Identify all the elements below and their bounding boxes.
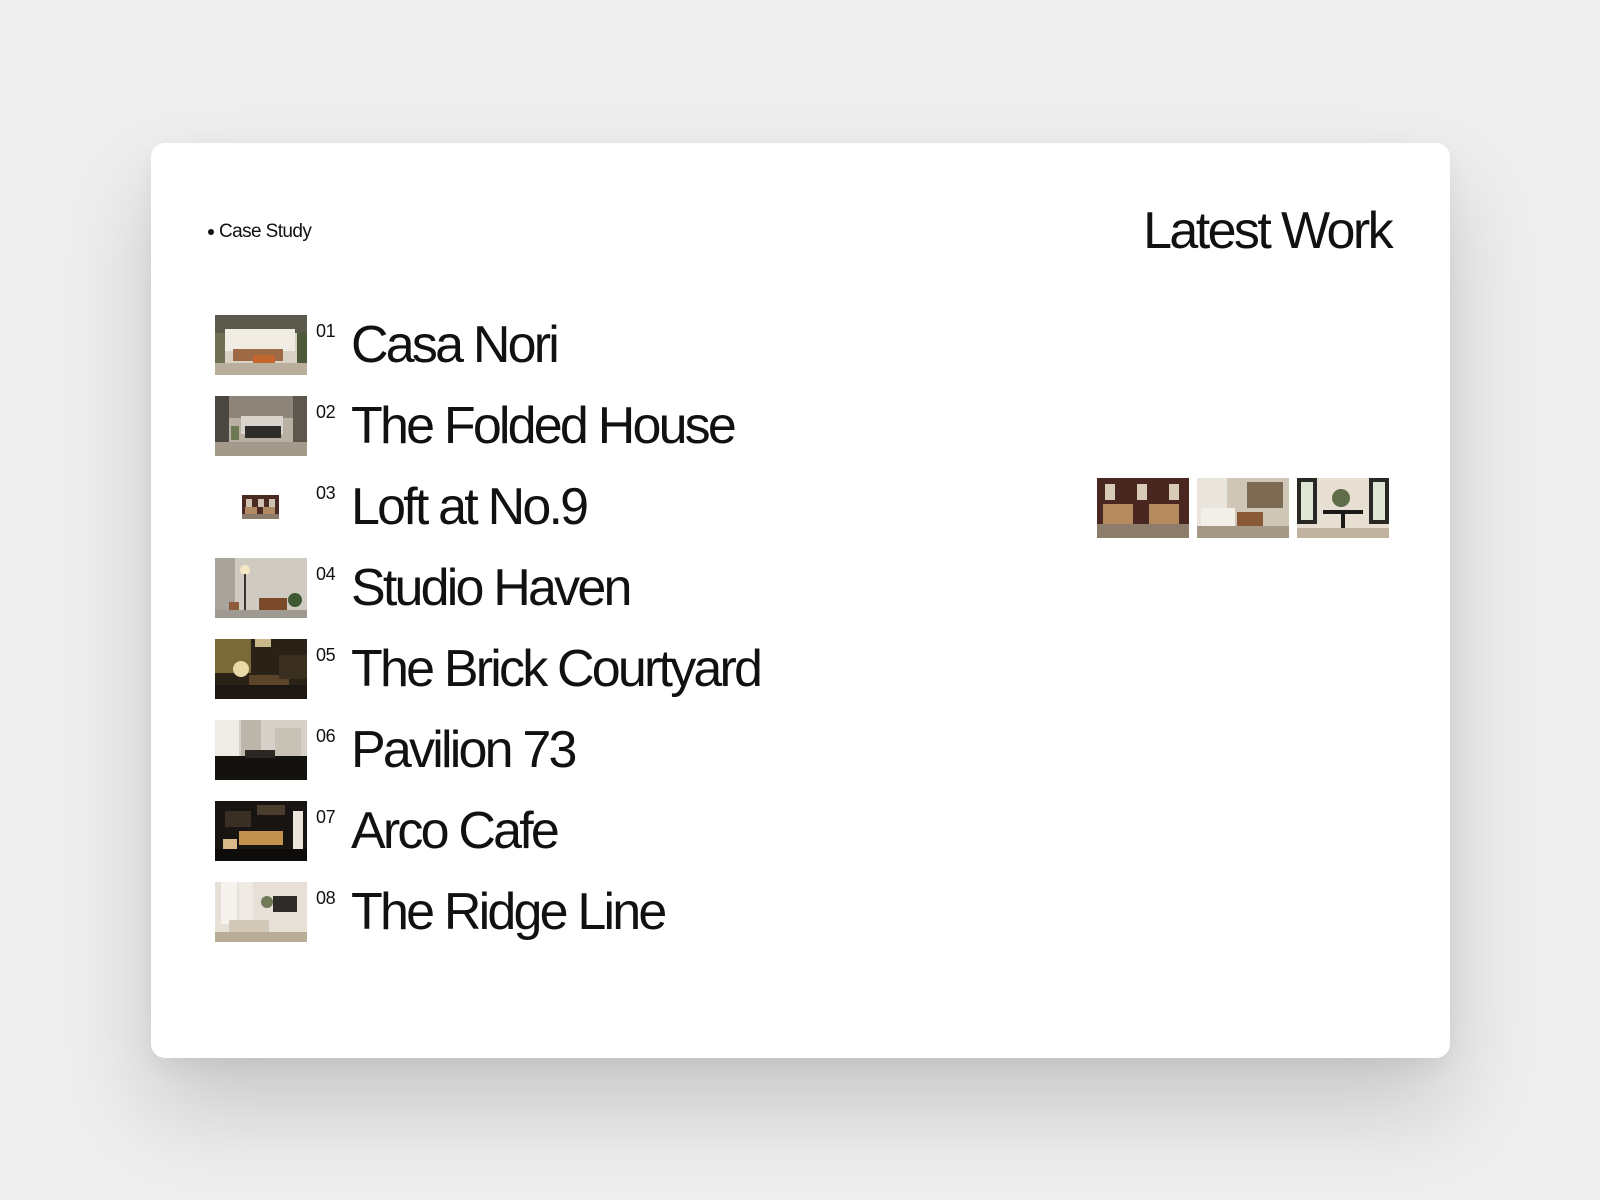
- project-name[interactable]: Loft at No.9: [351, 478, 589, 536]
- project-thumbnail[interactable]: [215, 558, 307, 618]
- project-thumbnail[interactable]: [215, 882, 307, 942]
- loft-sofa-image: [1197, 478, 1289, 538]
- kitchen-image: [215, 720, 307, 780]
- project-name[interactable]: The Ridge Line: [351, 883, 667, 941]
- case-study-card: Case Study Latest Work 01 Casa Nori 02 T…: [151, 143, 1450, 1058]
- project-number: 07: [316, 807, 336, 827]
- project-number: 08: [316, 888, 336, 908]
- project-name[interactable]: The Brick Courtyard: [351, 640, 763, 698]
- project-number: 01: [316, 321, 336, 341]
- living-room-image: [215, 315, 307, 375]
- project-number: 06: [316, 726, 336, 746]
- preview-image-2: [1197, 478, 1289, 538]
- page-title: Latest Work: [1143, 202, 1393, 260]
- project-name[interactable]: Pavilion 73: [351, 721, 577, 779]
- section-label: Case Study: [208, 221, 312, 243]
- project-thumbnail-slot[interactable]: [215, 477, 307, 537]
- project-name[interactable]: Studio Haven: [351, 559, 632, 617]
- project-thumbnail[interactable]: [215, 396, 307, 456]
- project-thumbnail[interactable]: [215, 720, 307, 780]
- project-name[interactable]: Casa Nori: [351, 316, 560, 374]
- project-number: 05: [316, 645, 336, 665]
- bullet-dot-icon: [208, 229, 214, 235]
- project-name[interactable]: The Folded House: [351, 397, 737, 455]
- lounge-image: [242, 495, 279, 519]
- armchairs-image: [1097, 478, 1189, 538]
- courtyard-dining-image: [215, 639, 307, 699]
- bedroom-image: [215, 396, 307, 456]
- dining-window-image: [1297, 478, 1389, 538]
- section-label-text: Case Study: [219, 221, 312, 242]
- project-thumbnail[interactable]: [215, 639, 307, 699]
- preview-image-3: [1297, 478, 1389, 538]
- project-number: 02: [316, 402, 336, 422]
- cafe-interior-image: [215, 801, 307, 861]
- bright-living-room-image: [215, 882, 307, 942]
- preview-image-1: [1097, 478, 1189, 538]
- project-number: 04: [316, 564, 336, 584]
- project-thumbnail[interactable]: [242, 495, 279, 519]
- project-number: 03: [316, 483, 336, 503]
- hover-preview-gallery: [1097, 478, 1389, 538]
- project-thumbnail[interactable]: [215, 801, 307, 861]
- project-thumbnail[interactable]: [215, 315, 307, 375]
- project-name[interactable]: Arco Cafe: [351, 802, 560, 860]
- studio-room-image: [215, 558, 307, 618]
